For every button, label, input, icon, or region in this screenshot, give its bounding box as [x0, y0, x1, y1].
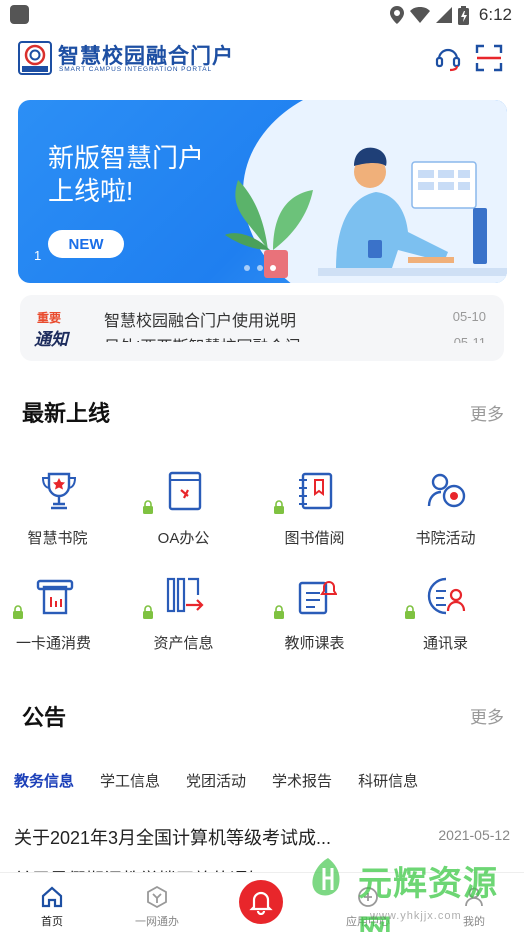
nav-one-stop-service[interactable]: 一网通办: [107, 873, 207, 932]
app-tile[interactable]: 智慧书院: [0, 470, 123, 560]
document-icon: [168, 471, 202, 511]
notice-item-text[interactable]: 另外!西亚斯智慧校园融合门: [104, 333, 384, 342]
latest-more-link[interactable]: 更多: [470, 400, 504, 425]
app-tile[interactable]: 图书借阅: [249, 470, 380, 560]
scan-icon: [475, 44, 503, 72]
announcement-section-title: 公告: [22, 705, 67, 730]
app-subtitle: SMART CAMPUS INTEGRATION PORTAL: [59, 66, 212, 73]
location-icon: [389, 6, 404, 24]
banner-dot[interactable]: [244, 265, 250, 271]
app-label: 一卡通消费: [15, 635, 91, 652]
nav-home[interactable]: 首页: [2, 873, 102, 932]
notice-ticker[interactable]: 重要 通知 智慧校园融合门户使用说明 05-10 另外!西亚斯智慧校园融合门 0…: [20, 295, 504, 361]
banner-slide-index: 1: [34, 248, 42, 263]
announcement-item-date: 2021-05-12: [438, 827, 510, 843]
banner-pagination: [244, 265, 276, 271]
nav-label: 我的: [463, 916, 485, 928]
wifi-icon: [409, 7, 430, 23]
app-tile[interactable]: 资产信息: [118, 575, 249, 665]
lock-icon: [274, 605, 284, 619]
home-icon: [41, 886, 63, 908]
app-tile[interactable]: 教师课表: [249, 575, 380, 665]
book-icon: [299, 472, 333, 510]
latest-section-title: 最新上线: [22, 401, 111, 426]
app-tile[interactable]: 书院活动: [380, 470, 511, 560]
app-notification-icon: [10, 5, 29, 24]
tab-party-activities[interactable]: 党团活动: [186, 770, 246, 791]
trophy-icon: [41, 472, 77, 510]
app-label: 资产信息: [153, 635, 214, 652]
headset-icon: [435, 48, 461, 72]
tab-academic[interactable]: 教务信息: [14, 770, 74, 791]
promo-banner[interactable]: 新版智慧门户 上线啦! NEW 1: [18, 100, 507, 283]
lock-icon: [13, 605, 23, 619]
nav-label: 一网通办: [135, 916, 179, 928]
app-tile[interactable]: 通讯录: [380, 575, 511, 665]
app-header: 智慧校园融合门户 SMART CAMPUS INTEGRATION PORTAL: [0, 34, 524, 84]
activity-user-icon: [427, 473, 466, 508]
app-label: 教师课表: [284, 635, 345, 652]
app-label: 通讯录: [422, 635, 468, 652]
app-label: 图书借阅: [284, 530, 345, 547]
user-icon: [465, 887, 483, 907]
lock-icon: [143, 500, 153, 514]
banner-dot-active[interactable]: [270, 265, 276, 271]
notice-item-date: 05-10: [452, 309, 486, 324]
signal-icon: [435, 7, 452, 23]
announcement-more-link[interactable]: 更多: [470, 703, 504, 728]
nav-label: 应用中心: [346, 916, 390, 928]
schedule-bell-icon: [298, 581, 337, 615]
lock-icon: [405, 605, 415, 619]
notice-logo: 重要 通知: [34, 309, 90, 349]
tab-student-affairs[interactable]: 学工信息: [100, 770, 160, 791]
app-label: 智慧书院: [27, 530, 88, 547]
banner-dot[interactable]: [257, 265, 263, 271]
status-icons: 6:12: [389, 4, 512, 26]
clock: 6:12: [478, 5, 512, 24]
lock-icon: [274, 500, 284, 514]
tab-research[interactable]: 科研信息: [358, 770, 418, 791]
banner-title: 新版智慧门户 上线啦!: [48, 143, 205, 206]
lock-icon: [143, 605, 153, 619]
nav-label: 首页: [41, 916, 63, 928]
scan-button[interactable]: [472, 41, 506, 75]
battery-icon: [457, 5, 469, 25]
notice-item-text[interactable]: 智慧校园融合门户使用说明: [104, 307, 384, 331]
announcement-item-title[interactable]: 关于2021年3月全国计算机等级考试成...: [14, 824, 394, 850]
contacts-icon: [427, 577, 466, 615]
app-label: OA办公: [157, 530, 210, 547]
school-logo-icon: [18, 41, 52, 75]
banner-new-button[interactable]: NEW: [48, 230, 124, 258]
notice-logo-bottom: 通知: [34, 330, 68, 349]
app-tile[interactable]: 一卡通消费: [0, 575, 119, 665]
bell-icon: [249, 891, 273, 915]
card-icon: [36, 579, 74, 615]
app-tile[interactable]: OA办公: [118, 470, 249, 560]
nav-profile[interactable]: 我的: [424, 873, 524, 932]
customer-service-button[interactable]: [431, 41, 465, 75]
service-icon: [147, 885, 167, 909]
apps-icon: [358, 887, 378, 907]
app-label: 书院活动: [415, 530, 476, 547]
notice-logo-top: 重要: [37, 311, 62, 325]
status-bar: 6:12: [0, 0, 524, 30]
asset-transfer-icon: [166, 577, 204, 613]
notice-item-date: 05-11: [453, 335, 486, 343]
nav-notifications-button[interactable]: [239, 880, 283, 924]
nav-app-center[interactable]: 应用中心: [318, 873, 418, 932]
tab-academic-reports[interactable]: 学术报告: [272, 770, 332, 791]
announcement-tabs: 教务信息 学工信息 党团活动 学术报告 科研信息: [14, 770, 418, 791]
